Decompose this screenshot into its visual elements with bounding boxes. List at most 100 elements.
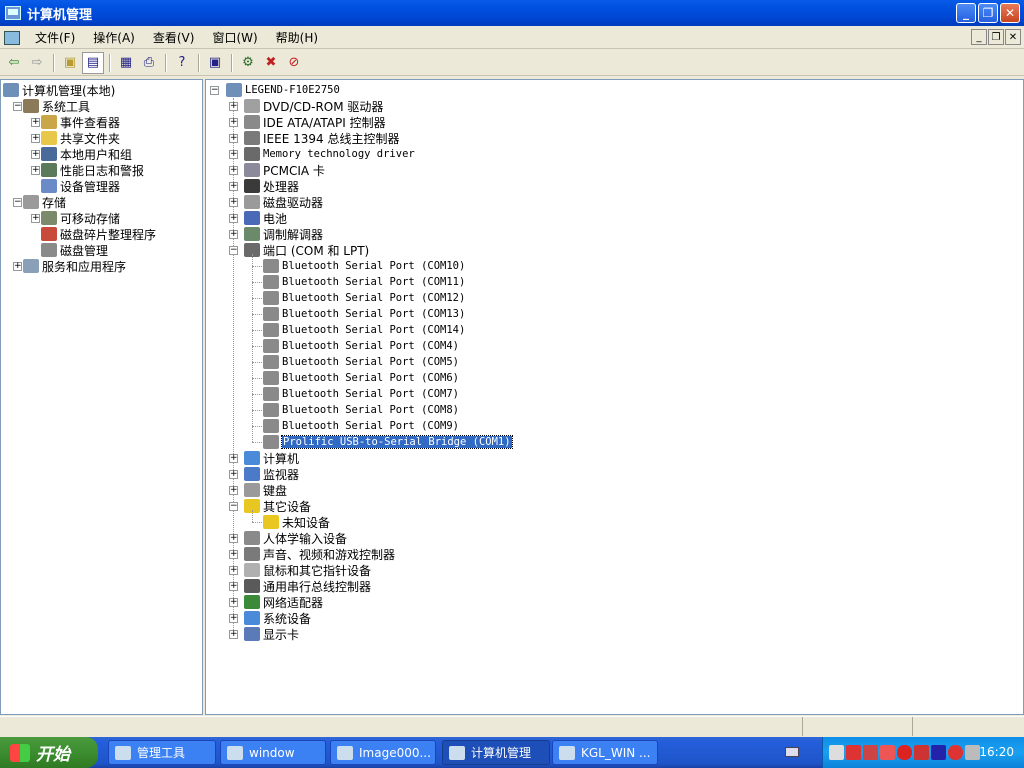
device-item[interactable]: Bluetooth Serial Port (COM4)	[263, 338, 459, 354]
device-category[interactable]: 系统设备	[244, 610, 311, 626]
expand-category[interactable]: +	[229, 118, 238, 127]
up-folder-icon[interactable]: ▣	[59, 52, 81, 74]
device-category[interactable]: 显示卡	[244, 626, 299, 642]
document-icon[interactable]	[4, 30, 20, 45]
device-item[interactable]: Bluetooth Serial Port (COM13)	[263, 306, 465, 322]
device-category[interactable]: 端口 (COM 和 LPT)	[244, 242, 369, 258]
menu-action[interactable]: 操作(A)	[84, 29, 144, 46]
keyboard-icon[interactable]	[785, 747, 799, 757]
device-category[interactable]: DVD/CD-ROM 驱动器	[244, 98, 383, 114]
properties-icon[interactable]: ▦	[115, 52, 137, 74]
menu-help[interactable]: 帮助(H)	[267, 29, 327, 46]
forward-icon[interactable]: ⇨	[26, 52, 48, 74]
menu-file[interactable]: 文件(F)	[26, 29, 84, 46]
device-item[interactable]: Bluetooth Serial Port (COM11)	[263, 274, 465, 290]
title-bar[interactable]: 计算机管理 _ ❐ ✕	[0, 0, 1024, 26]
device-category[interactable]: IEEE 1394 总线主控制器	[244, 130, 399, 146]
tree-item-performance-logs[interactable]: 性能日志和警报	[41, 162, 144, 178]
device-item[interactable]: 未知设备	[263, 514, 330, 530]
expand-local-users-groups[interactable]: +	[31, 150, 40, 159]
minimize-button[interactable]: _	[956, 3, 976, 23]
shield-tray-icon[interactable]	[897, 745, 912, 760]
expand-category[interactable]: +	[229, 582, 238, 591]
camera-tray-icon[interactable]	[829, 745, 844, 760]
console-tree-pane[interactable]: 计算机管理(本地) − 系统工具 + 事件查看器 + 共享文件夹 + 本地用户和组 + 性能日志和警…	[0, 79, 203, 715]
speaker-tray-icon[interactable]	[965, 745, 980, 760]
collapse-system-tools[interactable]: −	[13, 102, 22, 111]
collapse-storage[interactable]: −	[13, 198, 22, 207]
tree-item-event-viewer[interactable]: 事件查看器	[41, 114, 120, 130]
security-tray-icon[interactable]	[948, 745, 963, 760]
device-item[interactable]: Bluetooth Serial Port (COM9)	[263, 418, 459, 434]
mdi-close-button[interactable]: ✕	[1005, 29, 1021, 45]
device-tree-root[interactable]: LEGEND-F10E2750	[226, 82, 340, 98]
tree-item-shared-folders[interactable]: 共享文件夹	[41, 130, 120, 146]
device-item[interactable]: Bluetooth Serial Port (COM7)	[263, 386, 459, 402]
device-category[interactable]: PCMCIA 卡	[244, 162, 325, 178]
device-item[interactable]: Bluetooth Serial Port (COM12)	[263, 290, 465, 306]
mdi-minimize-button[interactable]: _	[971, 29, 987, 45]
device-category[interactable]: 电池	[244, 210, 287, 226]
device-category[interactable]: 键盘	[244, 482, 287, 498]
device-tree-pane[interactable]: − LEGEND-F10E2750 + DVD/CD-ROM 驱动器 + IDE ATA/…	[205, 79, 1024, 715]
scan-hardware-icon[interactable]: ⚙	[237, 52, 259, 74]
expand-category[interactable]: +	[229, 630, 238, 639]
expand-category[interactable]: +	[229, 470, 238, 479]
taskbar-button[interactable]: 计算机管理	[442, 740, 550, 765]
device-category[interactable]: 网络适配器	[244, 594, 323, 610]
expand-category[interactable]: +	[229, 198, 238, 207]
maximize-button[interactable]: ❐	[978, 3, 998, 23]
network2-tray-icon[interactable]	[863, 745, 878, 760]
menu-window[interactable]: 窗口(W)	[203, 29, 266, 46]
device-category[interactable]: 鼠标和其它指针设备	[244, 562, 371, 578]
collapse-root[interactable]: −	[210, 86, 219, 95]
tree-item-device-manager[interactable]: 设备管理器	[41, 178, 120, 194]
expand-category[interactable]: +	[229, 134, 238, 143]
expand-shared-folders[interactable]: +	[31, 134, 40, 143]
tree-item-disk-management[interactable]: 磁盘管理	[41, 242, 108, 258]
device-category[interactable]: 监视器	[244, 466, 299, 482]
expand-category[interactable]: +	[229, 614, 238, 623]
bluetooth-tray-icon[interactable]	[931, 745, 946, 760]
antivirus-tray-icon[interactable]	[914, 745, 929, 760]
alert-tray-icon[interactable]	[880, 745, 895, 760]
tree-item-storage[interactable]: 存储	[23, 194, 66, 210]
expand-performance-logs[interactable]: +	[31, 166, 40, 175]
taskbar-button[interactable]: Image000...	[330, 740, 436, 765]
uninstall-icon[interactable]: ✖	[260, 52, 282, 74]
taskbar-button[interactable]: KGL_WIN ...	[552, 740, 658, 765]
device-item[interactable]: Bluetooth Serial Port (COM8)	[263, 402, 459, 418]
collapse-category[interactable]: −	[229, 502, 238, 511]
tree-item-removable-storage[interactable]: 可移动存储	[41, 210, 120, 226]
device-item[interactable]: Bluetooth Serial Port (COM6)	[263, 370, 459, 386]
print-icon[interactable]: ⎙	[138, 52, 160, 74]
device-item[interactable]: Prolific USB-to-Serial Bridge (COM1)	[263, 434, 513, 450]
mdi-restore-button[interactable]: ❐	[988, 29, 1004, 45]
tree-item-system-tools[interactable]: 系统工具	[23, 98, 90, 114]
expand-event-viewer[interactable]: +	[31, 118, 40, 127]
taskbar-button[interactable]: 管理工具	[108, 740, 216, 765]
device-category[interactable]: 通用串行总线控制器	[244, 578, 371, 594]
expand-category[interactable]: +	[229, 182, 238, 191]
device-category[interactable]: Memory technology driver	[244, 146, 415, 162]
expand-category[interactable]: +	[229, 550, 238, 559]
device-category[interactable]: 磁盘驱动器	[244, 194, 323, 210]
device-category[interactable]: 处理器	[244, 178, 299, 194]
expand-category[interactable]: +	[229, 166, 238, 175]
monitor-icon[interactable]: ▣	[204, 52, 226, 74]
device-category[interactable]: IDE ATA/ATAPI 控制器	[244, 114, 386, 130]
close-button[interactable]: ✕	[1000, 3, 1020, 23]
expand-category[interactable]: +	[229, 454, 238, 463]
device-category[interactable]: 声音、视频和游戏控制器	[244, 546, 395, 562]
expand-category[interactable]: +	[229, 534, 238, 543]
expand-category[interactable]: +	[229, 102, 238, 111]
expand-category[interactable]: +	[229, 214, 238, 223]
expand-category[interactable]: +	[229, 230, 238, 239]
disable-icon[interactable]: ⊘	[283, 52, 305, 74]
device-item[interactable]: Bluetooth Serial Port (COM14)	[263, 322, 465, 338]
tree-item-disk-defragmenter[interactable]: 磁盘碎片整理程序	[41, 226, 156, 242]
device-item[interactable]: Bluetooth Serial Port (COM5)	[263, 354, 459, 370]
help-icon[interactable]: ?	[171, 52, 193, 74]
device-category[interactable]: 人体学输入设备	[244, 530, 347, 546]
expand-category[interactable]: +	[229, 150, 238, 159]
